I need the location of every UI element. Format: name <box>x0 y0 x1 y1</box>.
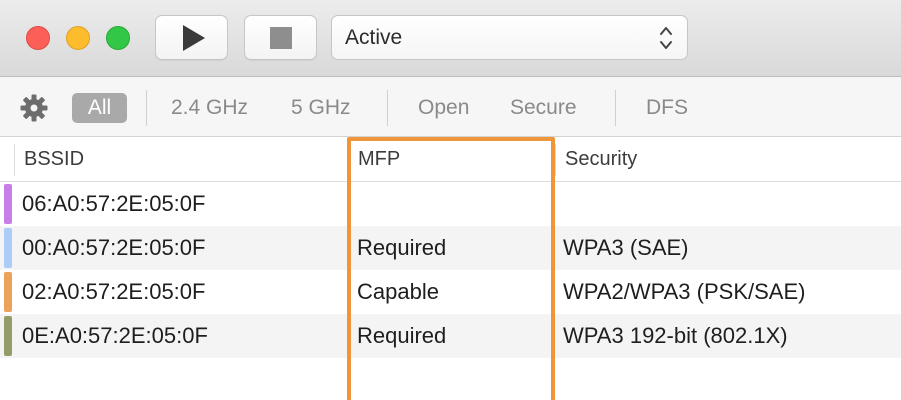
filter-divider <box>146 90 147 126</box>
play-icon <box>182 24 205 51</box>
bssid-cell: 02:A0:57:2E:05:0F <box>22 279 206 304</box>
table-row[interactable]: 00:A0:57:2E:05:0F Required WPA3 (SAE) <box>0 226 901 270</box>
security-cell: WPA3 192-bit (802.1X) <box>563 323 788 348</box>
column-header-bssid[interactable]: BSSID <box>24 148 84 171</box>
filter-divider <box>387 90 388 126</box>
column-header-security[interactable]: Security <box>565 148 637 171</box>
filter-secure[interactable]: Secure <box>510 93 577 123</box>
start-scan-button[interactable] <box>155 15 228 60</box>
row-color-swatch <box>4 184 12 224</box>
column-divider[interactable] <box>347 144 348 176</box>
gear-icon[interactable] <box>19 93 49 123</box>
column-divider <box>14 144 15 176</box>
bssid-cell: 0E:A0:57:2E:05:0F <box>22 323 208 348</box>
column-divider[interactable] <box>555 144 556 176</box>
table-row[interactable]: 0E:A0:57:2E:05:0F Required WPA3 192-bit … <box>0 314 901 358</box>
table-header <box>0 138 901 182</box>
mode-select-value: Active <box>345 25 403 49</box>
column-header-mfp[interactable]: MFP <box>358 148 400 171</box>
mode-select[interactable]: Active <box>331 15 688 60</box>
filter-all[interactable]: All <box>72 93 127 123</box>
bssid-cell: 06:A0:57:2E:05:0F <box>22 191 206 216</box>
security-cell: WPA2/WPA3 (PSK/SAE) <box>563 279 806 304</box>
table-row[interactable]: 02:A0:57:2E:05:0F Capable WPA2/WPA3 (PSK… <box>0 270 901 314</box>
mfp-cell: Required <box>357 323 447 348</box>
mfp-cell: Capable <box>357 279 439 304</box>
filter-divider <box>615 90 616 126</box>
row-color-swatch <box>4 316 12 356</box>
close-window-button[interactable] <box>26 26 50 50</box>
filter-5-ghz[interactable]: 5 GHz <box>291 93 351 123</box>
bssid-cell: 00:A0:57:2E:05:0F <box>22 235 206 260</box>
filter-open[interactable]: Open <box>418 93 469 123</box>
mfp-cell: Required <box>357 235 447 260</box>
row-color-swatch <box>4 272 12 312</box>
table-row[interactable]: 06:A0:57:2E:05:0F <box>0 182 901 226</box>
filter-dfs[interactable]: DFS <box>646 93 688 123</box>
stop-scan-button[interactable] <box>244 15 317 60</box>
up-down-chevron-icon <box>660 27 672 49</box>
security-cell: WPA3 (SAE) <box>563 235 689 260</box>
filter-2-4-ghz[interactable]: 2.4 GHz <box>171 93 248 123</box>
zoom-window-button[interactable] <box>106 26 130 50</box>
row-color-swatch <box>4 228 12 268</box>
stop-icon <box>269 26 292 49</box>
minimize-window-button[interactable] <box>66 26 90 50</box>
